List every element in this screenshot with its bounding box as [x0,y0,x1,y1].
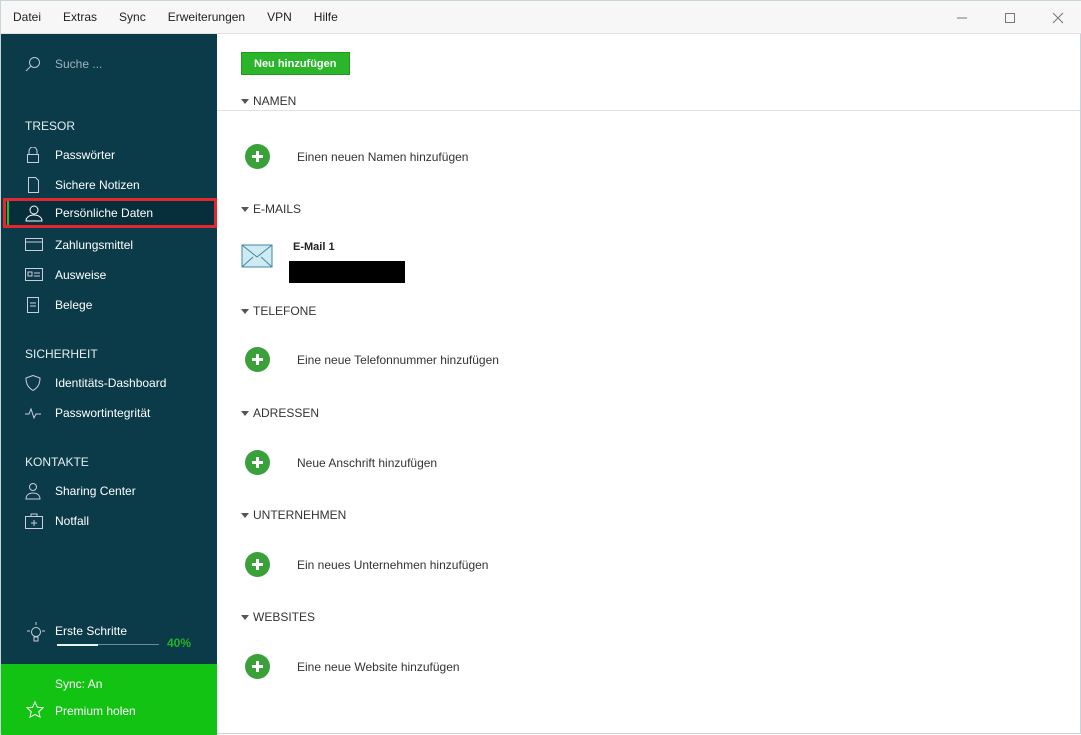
add-website-row[interactable]: Eine neue Website hinzufügen [245,654,460,679]
sidebar-item-zahlungsmittel[interactable]: Zahlungsmittel [1,230,217,260]
email-entry[interactable]: E-Mail 1 [241,241,405,283]
add-phone-row[interactable]: Eine neue Telefonnummer hinzufügen [245,347,499,372]
caret-down-icon [241,206,249,212]
section-header-websites[interactable]: WEBSITES [241,610,315,624]
getting-started-label: Erste Schritte [55,624,128,638]
section-header-telefone[interactable]: TELEFONE [241,304,316,318]
section-kontakte: KONTAKTE [25,455,89,469]
sidebar-item-notfall[interactable]: Notfall [1,506,217,536]
minimize-button[interactable] [938,1,986,34]
add-name-row[interactable]: Einen neuen Namen hinzufügen [245,144,468,169]
plus-icon [245,654,270,679]
section-header-emails[interactable]: E-MAILS [241,202,301,216]
redacted-email [289,261,405,283]
lock-icon [27,147,39,163]
lightbulb-icon [27,622,45,642]
section-tresor: TRESOR [25,119,76,133]
sidebar-item-sharing-center[interactable]: Sharing Center [1,476,217,506]
add-address-row[interactable]: Neue Anschrift hinzufügen [245,450,437,475]
envelope-icon [241,244,273,268]
caret-down-icon [241,410,249,416]
sidebar-footer: Sync: An Premium holen [1,664,217,735]
note-icon [28,177,39,193]
add-new-button[interactable]: Neu hinzufügen [241,52,350,75]
sidebar-item-belege[interactable]: Belege [1,290,217,320]
minimize-icon [957,17,967,18]
caret-down-icon [241,614,249,620]
progress-bar [57,643,159,646]
id-card-icon [25,268,43,281]
pulse-icon [25,407,41,420]
receipt-icon [27,297,39,313]
email-label: E-Mail 1 [293,241,335,253]
menu-hilfe[interactable]: Hilfe [314,10,338,24]
person-icon [25,205,43,222]
close-button[interactable] [1034,1,1081,34]
caret-down-icon [241,98,249,104]
sidebar-item-passwoerter[interactable]: Passwörter [1,140,217,170]
sidebar-item-identitaets-dashboard[interactable]: Identitäts-Dashboard [1,368,217,398]
sync-status[interactable]: Sync: An [55,677,102,691]
menu-vpn[interactable]: VPN [267,10,292,24]
sidebar-item-passwortintegritaet[interactable]: Passwortintegrität [1,398,217,428]
menu-sync[interactable]: Sync [119,10,146,24]
search-placeholder: Suche ... [55,57,103,71]
section-header-namen[interactable]: NAMEN [241,94,296,108]
section-header-adressen[interactable]: ADRESSEN [241,406,319,420]
plus-icon [245,347,270,372]
maximize-icon [1005,12,1015,23]
menu-bar: Datei Extras Sync Erweiterungen VPN Hilf… [1,1,1081,34]
menu-datei[interactable]: Datei [13,10,41,24]
progress-percent: 40% [167,636,192,650]
section-sicherheit: SICHERHEIT [25,347,98,361]
section-header-unternehmen[interactable]: UNTERNEHMEN [241,508,346,522]
divider [217,110,1080,111]
maximize-button[interactable] [986,1,1034,34]
caret-down-icon [241,512,249,518]
sidebar-item-persoenliche-daten[interactable]: Persönliche Daten [3,198,217,228]
sidebar: Suche ... TRESOR Passwörter Sichere Noti… [1,34,217,735]
sidebar-item-ausweise[interactable]: Ausweise [1,260,217,290]
search-input[interactable]: Suche ... [25,56,102,72]
people-icon [25,483,41,500]
menu-extras[interactable]: Extras [63,10,97,24]
sidebar-item-sichere-notizen[interactable]: Sichere Notizen [1,170,217,200]
plus-icon [245,144,270,169]
plus-icon [245,552,270,577]
close-icon [1052,12,1064,23]
caret-down-icon [241,308,249,314]
progress-fill [57,643,98,646]
star-icon [26,701,44,719]
main-content: Neu hinzufügen NAMEN Einen neuen Namen h… [217,34,1080,733]
add-company-row[interactable]: Ein neues Unternehmen hinzufügen [245,552,488,577]
plus-icon [245,450,270,475]
search-icon [25,57,40,72]
first-aid-icon [25,513,43,529]
shield-icon [25,375,41,391]
card-icon [25,238,43,251]
premium-link[interactable]: Premium holen [55,704,136,718]
menu-erweiterungen[interactable]: Erweiterungen [168,10,245,24]
